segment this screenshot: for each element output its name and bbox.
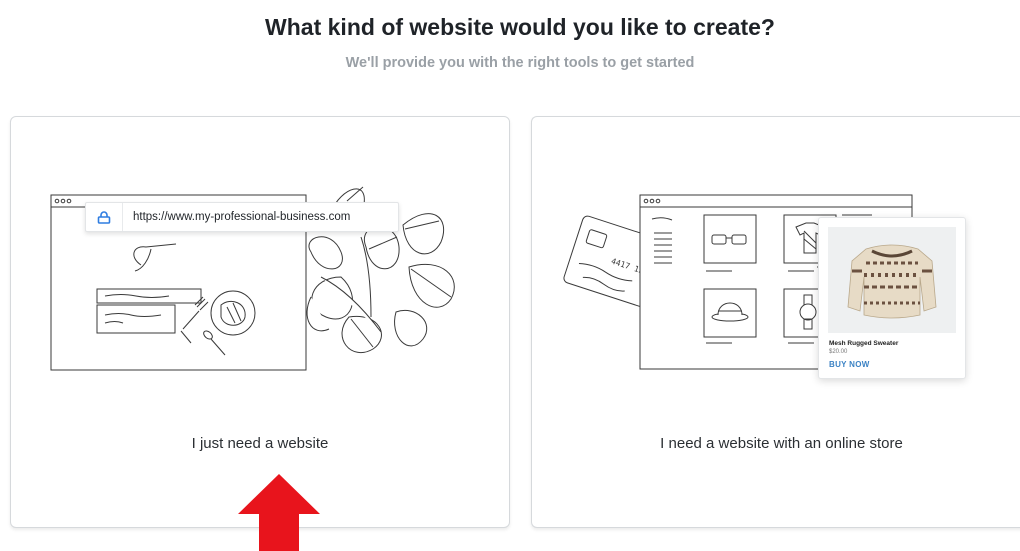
card-label: I just need a website [191,435,329,452]
page-subtitle: We'll provide you with the right tools t… [345,55,695,71]
product-card: Mesh Rugged Sweater $20.00 BUY NOW [818,217,966,379]
website-illustration [50,186,455,371]
product-name: Mesh Rugged Sweater [829,340,899,347]
lock-icon [86,203,123,231]
page-title: What kind of website would you like to c… [265,14,775,40]
card-label: I need a website with an online store [660,435,903,452]
buy-now-link: BUY NOW [829,360,870,369]
url-text: https://www.my-professional-business.com [133,211,351,223]
option-card-online-store[interactable]: 4417 1234 Mesh Rugged Sweater $20.00 BUY… [531,116,1020,528]
product-price: $20.00 [829,349,848,355]
option-card-website[interactable]: https://www.my-professional-business.com… [10,116,510,528]
url-bar: https://www.my-professional-business.com [85,202,399,232]
arrow-up-icon [238,474,320,551]
sweater-image [828,227,956,333]
